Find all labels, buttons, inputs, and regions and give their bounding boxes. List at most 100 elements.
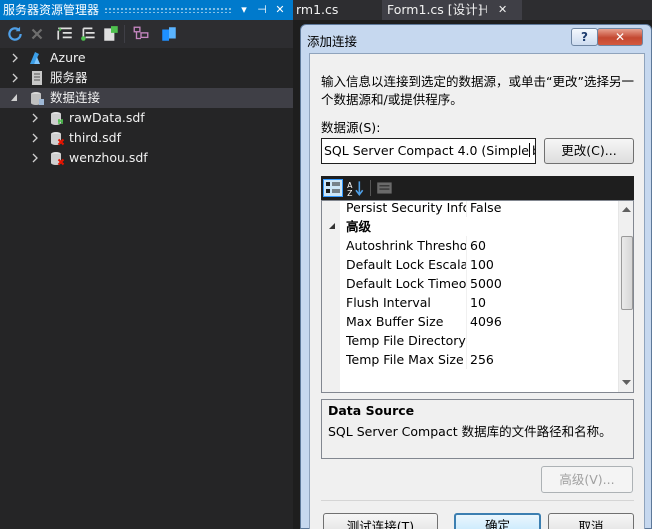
tree-node-azure[interactable]: Azure <box>0 48 293 68</box>
toolbar-separator <box>124 25 125 43</box>
expand-arrow-icon[interactable] <box>10 68 20 88</box>
property-value[interactable]: False <box>470 201 501 217</box>
property-name: Flush Interval <box>346 295 431 310</box>
property-value[interactable]: 100 <box>470 255 494 274</box>
property-row-flush-interval[interactable]: Flush Interval 10 <box>322 293 618 312</box>
tree-node-servers[interactable]: 服务器 <box>0 68 293 88</box>
tree-node-data-connections[interactable]: 数据连接 <box>0 88 293 108</box>
pin-icon[interactable]: ⊣ <box>254 0 270 20</box>
dialog-title: 添加连接 <box>307 34 358 49</box>
property-value[interactable]: 60 <box>470 236 486 255</box>
property-name: Default Lock Escalation <box>346 257 466 272</box>
datasource-value-tail: by <box>532 143 535 158</box>
tab-form1-designer[interactable]: Form1.cs [设计] ⊣ ✕ <box>382 0 522 20</box>
azure-connect-icon[interactable] <box>160 25 178 43</box>
filter-icon[interactable] <box>132 25 150 43</box>
advanced-button[interactable]: 高级(V)... <box>541 466 633 493</box>
property-row-autoshrink-threshold[interactable]: Autoshrink Threshold 60 <box>322 236 618 255</box>
column-divider <box>466 255 467 274</box>
dropdown-icon[interactable]: ▾ <box>236 0 252 20</box>
help-button[interactable]: ? <box>571 28 598 46</box>
property-row-default-lock-escalation[interactable]: Default Lock Escalation 100 <box>322 255 618 274</box>
categorized-icon[interactable] <box>323 179 343 197</box>
scroll-down-icon[interactable] <box>622 380 631 386</box>
category-label: 高级 <box>346 219 372 234</box>
sort-alphabetical-icon[interactable]: A Z <box>346 179 366 197</box>
stop-refresh-icon[interactable] <box>28 25 46 43</box>
server-explorer-toolbar <box>0 20 293 48</box>
property-grid[interactable]: Persist Security Info False 高级 Autoshrin… <box>321 200 634 393</box>
close-icon[interactable]: ✕ <box>272 0 288 20</box>
server-explorer-panel: 服务器资源管理器 ▾ ⊣ ✕ Azure 服务器 数据连接 rawData.sd… <box>0 0 293 529</box>
tree-node-wenzhou[interactable]: wenzhou.sdf <box>0 148 293 168</box>
document-tab-strip: rm1.cs Form1.cs [设计] ⊣ ✕ <box>293 0 652 20</box>
close-button[interactable]: ✕ <box>597 28 643 46</box>
tree-node-third[interactable]: third.sdf <box>0 128 293 148</box>
panel-title: 服务器资源管理器 <box>3 3 100 17</box>
database-connected-icon <box>51 112 63 125</box>
column-divider <box>466 201 467 217</box>
property-value[interactable]: 10 <box>470 293 486 312</box>
column-divider <box>466 350 467 369</box>
dialog-titlebar[interactable]: 添加连接 ? ✕ <box>301 25 651 53</box>
collapse-arrow-icon[interactable] <box>328 222 336 230</box>
refresh-icon[interactable] <box>6 25 24 43</box>
expand-arrow-icon[interactable] <box>30 148 40 168</box>
change-button[interactable]: 更改(C)... <box>544 138 634 164</box>
svg-text:Z: Z <box>347 189 352 197</box>
column-divider <box>466 274 467 293</box>
dialog-separator <box>321 500 634 501</box>
collapse-arrow-icon[interactable] <box>9 88 19 108</box>
datasource-field[interactable]: SQL Server Compact 4.0 (Simpleby <box>321 138 536 164</box>
property-name: Autoshrink Threshold <box>346 238 466 253</box>
expand-arrow-icon[interactable] <box>10 48 20 68</box>
property-category-advanced[interactable]: 高级 <box>322 217 618 236</box>
tree-node-label: rawData.sdf <box>69 110 145 125</box>
close-icon[interactable]: ✕ <box>498 0 507 20</box>
property-name: Max Buffer Size <box>346 314 444 329</box>
cancel-button[interactable]: 取消 <box>548 513 634 529</box>
close-icon: ✕ <box>614 30 626 44</box>
property-value[interactable]: 5000 <box>470 274 502 293</box>
change-button-label: 更改(C)... <box>561 143 617 158</box>
property-value[interactable]: 4096 <box>470 312 502 331</box>
test-connection-label: 测试连接(T) <box>346 519 415 529</box>
test-connection-button[interactable]: 测试连接(T) <box>323 513 438 529</box>
tab-label: rm1.cs <box>296 2 339 17</box>
expand-arrow-icon[interactable] <box>30 128 40 148</box>
cancel-button-label: 取消 <box>578 519 604 529</box>
tab-form1-cs[interactable]: rm1.cs <box>296 0 376 20</box>
tree-node-rawdata[interactable]: rawData.sdf <box>0 108 293 128</box>
add-connection-dialog: 添加连接 ? ✕ 输入信息以连接到选定的数据源，或单击“更改”选择另一个数据源和… <box>300 24 652 529</box>
scroll-up-icon[interactable] <box>622 206 631 212</box>
pin-icon[interactable]: ⊣ <box>478 0 488 20</box>
titlebar-grip <box>104 7 233 13</box>
property-row-default-lock-timeout[interactable]: Default Lock Timeout 5000 <box>322 274 618 293</box>
scrollbar-thumb[interactable] <box>621 236 633 310</box>
property-row-persist-security-info[interactable]: Persist Security Info False <box>322 201 618 217</box>
property-name: Default Lock Timeout <box>346 276 466 291</box>
description-text: SQL Server Compact 数据库的文件路径和名称。 <box>328 424 612 439</box>
expand-arrow-icon[interactable] <box>30 108 40 128</box>
tree-node-label: wenzhou.sdf <box>69 150 148 165</box>
property-grid-scrollbar[interactable] <box>618 201 633 392</box>
property-name: Temp File Max Size <box>346 352 464 367</box>
server-explorer-titlebar[interactable]: 服务器资源管理器 ▾ ⊣ ✕ <box>0 0 293 20</box>
property-row-temp-file-directory[interactable]: Temp File Directory <box>322 331 618 350</box>
server-icon <box>32 71 42 85</box>
tree-node-label: 数据连接 <box>50 90 101 105</box>
property-grid-toolbar: A Z <box>321 176 634 200</box>
toolbar-separator <box>370 180 371 196</box>
connect-server-icon[interactable] <box>80 25 98 43</box>
connect-sharepoint-icon[interactable] <box>102 25 120 43</box>
ok-button[interactable]: 确定 <box>454 513 541 529</box>
tab-label: Form1.cs [设计] <box>387 2 483 17</box>
datasource-value: SQL Server Compact 4.0 (Simple <box>324 143 529 158</box>
property-value[interactable]: 256 <box>470 350 494 369</box>
property-row-max-buffer-size[interactable]: Max Buffer Size 4096 <box>322 312 618 331</box>
connect-database-icon[interactable] <box>56 25 74 43</box>
description-title: Data Source <box>328 403 415 418</box>
property-row-temp-file-max-size[interactable]: Temp File Max Size 256 <box>322 350 618 369</box>
property-pages-icon[interactable] <box>375 179 395 197</box>
database-error-icon <box>51 152 65 166</box>
